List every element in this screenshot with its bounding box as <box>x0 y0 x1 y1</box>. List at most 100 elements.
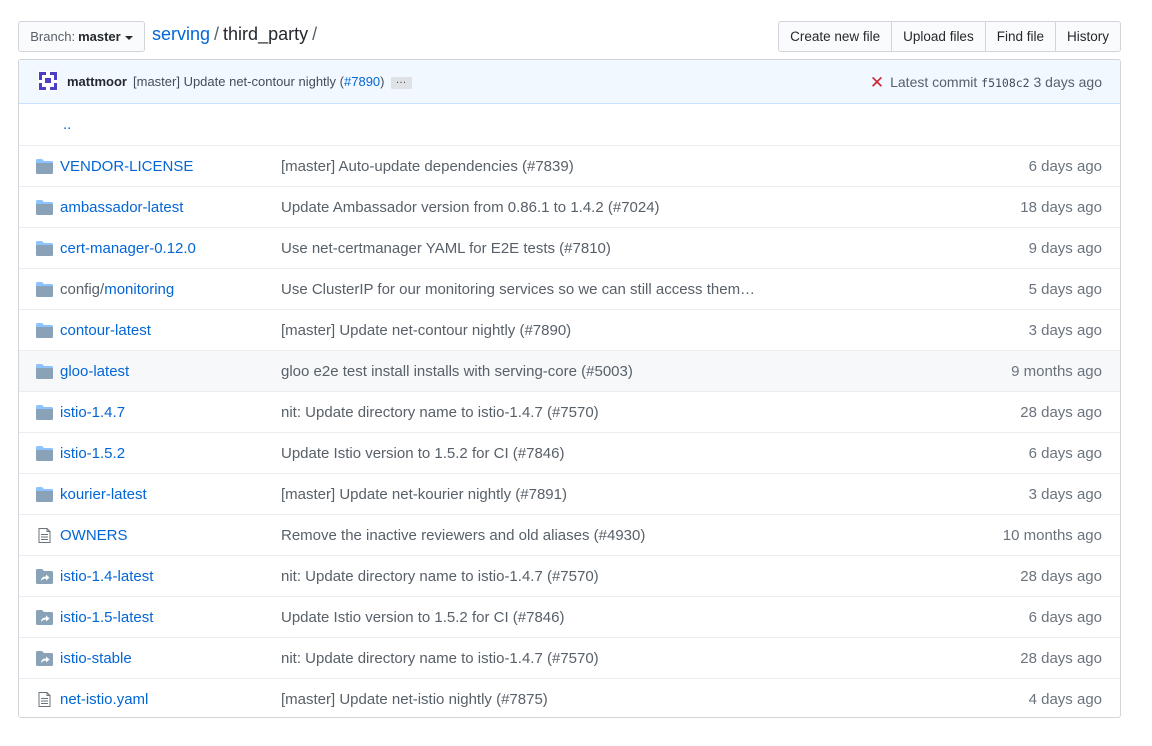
file-row: contour-latest [master] Update net-contou… <box>19 309 1120 350</box>
file-name-link[interactable]: monitoring <box>104 281 174 298</box>
file-age: 4 days ago <box>1028 691 1102 708</box>
file-name: gloo-latest <box>60 363 129 380</box>
file-name-link[interactable]: OWNERS <box>60 527 128 544</box>
file-name: contour-latest <box>60 322 151 339</box>
file-commit-message[interactable]: nit: Update directory name to istio-1.4.… <box>281 404 599 421</box>
file-listing: mattmoor [master] Update net-contour nig… <box>18 59 1121 718</box>
file-commit-message[interactable]: [master] Update net-contour nightly (#78… <box>281 322 571 339</box>
file-age: 9 days ago <box>1028 240 1102 257</box>
breadcrumb-separator: / <box>214 24 220 44</box>
file-age: 6 days ago <box>1028 445 1102 462</box>
file-rows: VENDOR-LICENSE [master] Auto-update depen… <box>19 145 1120 717</box>
file-commit-message[interactable]: Update Ambassador version from 0.86.1 to… <box>281 199 660 216</box>
commit-message-end: ) <box>380 74 385 89</box>
file-name: net-istio.yaml <box>60 691 148 708</box>
symlink-folder-icon <box>36 610 53 625</box>
folder-icon <box>36 446 53 461</box>
commit-pr-link[interactable]: #7890 <box>344 74 380 89</box>
x-icon[interactable]: ✕ <box>870 73 884 92</box>
file-row: istio-1.4.7 nit: Update directory name to… <box>19 391 1120 432</box>
file-age: 28 days ago <box>1020 568 1102 585</box>
breadcrumb: serving / third_party / <box>152 24 321 45</box>
create-new-file-button[interactable]: Create new file <box>778 21 893 52</box>
folder-icon <box>36 323 53 338</box>
file-age: 6 days ago <box>1028 158 1102 175</box>
folder-icon <box>36 364 53 379</box>
history-button[interactable]: History <box>1054 21 1121 52</box>
folder-icon <box>36 405 53 420</box>
latest-commit-label: Latest commit <box>890 74 978 90</box>
file-name-link[interactable]: cert-manager-0.12.0 <box>60 240 196 257</box>
file-row: kourier-latest [master] Update net-kourie… <box>19 473 1120 514</box>
file-name-link[interactable]: net-istio.yaml <box>60 691 148 708</box>
file-icon <box>36 692 53 707</box>
file-name: cert-manager-0.12.0 <box>60 240 196 257</box>
file-name-link[interactable]: istio-1.4-latest <box>60 568 153 585</box>
caret-down-icon <box>124 35 133 40</box>
file-name-link[interactable]: ambassador-latest <box>60 199 183 216</box>
folder-icon <box>36 282 53 297</box>
file-commit-message[interactable]: gloo e2e test install installs with serv… <box>281 363 633 380</box>
breadcrumb-separator: / <box>312 24 318 44</box>
file-name: VENDOR-LICENSE <box>60 158 193 175</box>
folder-icon <box>36 487 53 502</box>
file-name-link[interactable]: gloo-latest <box>60 363 129 380</box>
file-row: ambassador-latest Update Ambassador versi… <box>19 186 1120 227</box>
file-row: istio-stable nit: Update directory name t… <box>19 637 1120 678</box>
file-name: ambassador-latest <box>60 199 183 216</box>
symlink-folder-icon <box>36 569 53 584</box>
find-file-button[interactable]: Find file <box>984 21 1056 52</box>
file-age: 6 days ago <box>1028 609 1102 626</box>
file-name-link[interactable]: kourier-latest <box>60 486 147 503</box>
commit-age: 3 days ago <box>1033 74 1103 90</box>
parent-dir-link[interactable]: .. <box>63 116 71 133</box>
file-name: istio-1.4.7 <box>60 404 125 421</box>
file-age: 9 months ago <box>1011 363 1102 380</box>
avatar[interactable] <box>38 71 58 91</box>
file-name-prefix[interactable]: config/ <box>60 281 104 298</box>
file-row: gloo-latest gloo e2e test install install… <box>19 350 1120 391</box>
file-commit-message[interactable]: [master] Auto-update dependencies (#7839… <box>281 158 574 175</box>
commit-author[interactable]: mattmoor <box>67 74 127 89</box>
file-age: 18 days ago <box>1020 199 1102 216</box>
file-row: istio-1.5.2 Update Istio version to 1.5.2… <box>19 432 1120 473</box>
file-age: 5 days ago <box>1028 281 1102 298</box>
file-name: istio-stable <box>60 650 132 667</box>
file-age: 28 days ago <box>1020 404 1102 421</box>
file-commit-message[interactable]: Use net-certmanager YAML for E2E tests (… <box>281 240 611 257</box>
file-commit-message[interactable]: [master] Update net-istio nightly (#7875… <box>281 691 548 708</box>
file-row: istio-1.5-latest Update Istio version to … <box>19 596 1120 637</box>
file-commit-message[interactable]: Use ClusterIP for our monitoring service… <box>281 281 755 298</box>
file-name-link[interactable]: VENDOR-LICENSE <box>60 158 193 175</box>
expand-commit-button[interactable]: … <box>390 74 412 89</box>
branch-label: Branch: <box>30 29 76 44</box>
file-name-link[interactable]: istio-1.5-latest <box>60 609 153 626</box>
file-commit-message[interactable]: [master] Update net-kourier nightly (#78… <box>281 486 567 503</box>
file-commit-message[interactable]: nit: Update directory name to istio-1.4.… <box>281 650 599 667</box>
parent-dir-row: .. <box>19 104 1120 145</box>
file-row: net-istio.yaml [master] Update net-istio … <box>19 678 1120 717</box>
file-name: istio-1.4-latest <box>60 568 153 585</box>
branch-name: master <box>78 29 121 44</box>
commit-message-text[interactable]: [master] Update net-contour nightly ( <box>133 74 344 89</box>
file-row: OWNERS Remove the inactive reviewers and … <box>19 514 1120 555</box>
folder-icon <box>36 159 53 174</box>
branch-select-button[interactable]: Branch: master <box>18 21 145 52</box>
file-commit-message[interactable]: nit: Update directory name to istio-1.4.… <box>281 568 599 585</box>
file-commit-message[interactable]: Update Istio version to 1.5.2 for CI (#7… <box>281 445 564 462</box>
file-name: OWNERS <box>60 527 128 544</box>
file-commit-message[interactable]: Update Istio version to 1.5.2 for CI (#7… <box>281 609 564 626</box>
file-commit-message[interactable]: Remove the inactive reviewers and old al… <box>281 527 645 544</box>
file-name-link[interactable]: contour-latest <box>60 322 151 339</box>
file-age: 3 days ago <box>1028 322 1102 339</box>
upload-files-button[interactable]: Upload files <box>891 21 986 52</box>
file-name-link[interactable]: istio-1.4.7 <box>60 404 125 421</box>
folder-icon <box>36 241 53 256</box>
file-age: 10 months ago <box>1002 527 1102 544</box>
commit-sha-link[interactable]: f5108c2 <box>981 76 1029 90</box>
file-name-link[interactable]: istio-1.5.2 <box>60 445 125 462</box>
file-row: istio-1.4-latest nit: Update directory na… <box>19 555 1120 596</box>
breadcrumb-repo-link[interactable]: serving <box>152 24 210 44</box>
file-name-link[interactable]: istio-stable <box>60 650 132 667</box>
file-row: VENDOR-LICENSE [master] Auto-update depen… <box>19 145 1120 186</box>
